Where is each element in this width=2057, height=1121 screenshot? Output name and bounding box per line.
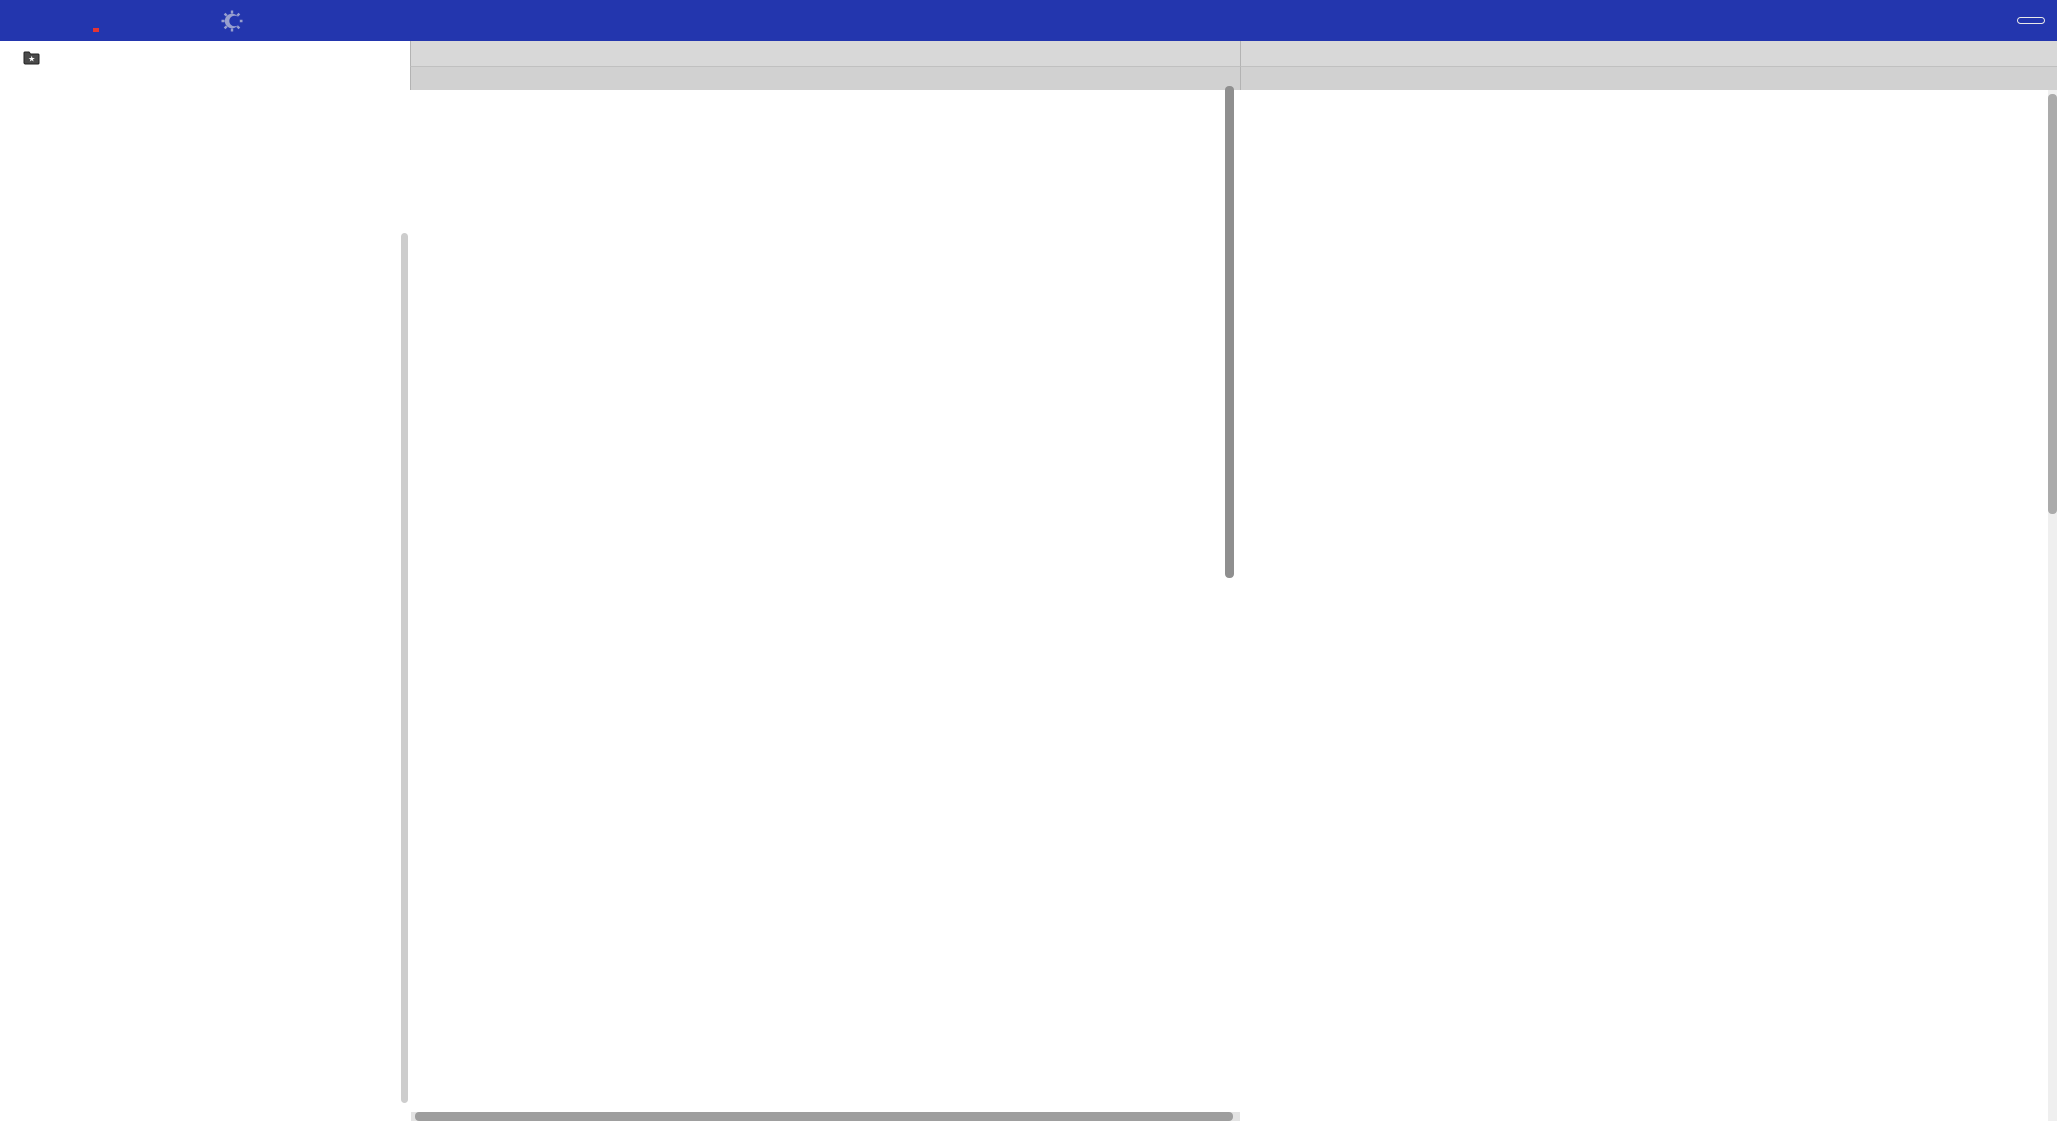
topbar-right (1967, 17, 2045, 24)
tree-item-chris-chris-changes[interactable]: ★ (0, 45, 410, 69)
editor-panel (410, 41, 1240, 1121)
sidebar-scrollbar[interactable] (401, 233, 408, 1103)
file-tree-sidebar: ★ (0, 41, 410, 1121)
preview-scrollbar-track (2048, 90, 2057, 1121)
theme-toggle-icon[interactable] (220, 9, 244, 33)
svg-text:★: ★ (28, 54, 35, 63)
file-tree: ★ (0, 41, 410, 69)
page-edit-canvas[interactable] (410, 90, 1240, 1121)
preview-tab-bar (1240, 41, 2057, 66)
json-code-editor[interactable] (1242, 178, 1662, 274)
top-bar (0, 0, 2057, 41)
preview-scrollbar[interactable] (2048, 94, 2057, 514)
editor-toolbar (410, 66, 1240, 90)
component-doc (1240, 90, 2048, 1121)
preview-toolbar (1240, 66, 2057, 90)
logout-button[interactable] (2017, 17, 2045, 24)
editor-tab-bar (410, 41, 1240, 66)
app-root: ★ (0, 0, 2057, 1121)
preview-panel (1240, 41, 2057, 1121)
editor-horizontal-scrollbar-track (411, 1112, 1240, 1121)
workspace-icon: ★ (23, 50, 40, 65)
editor-horizontal-scrollbar[interactable] (415, 1112, 1233, 1121)
editor-vertical-scrollbar[interactable] (1225, 86, 1234, 578)
